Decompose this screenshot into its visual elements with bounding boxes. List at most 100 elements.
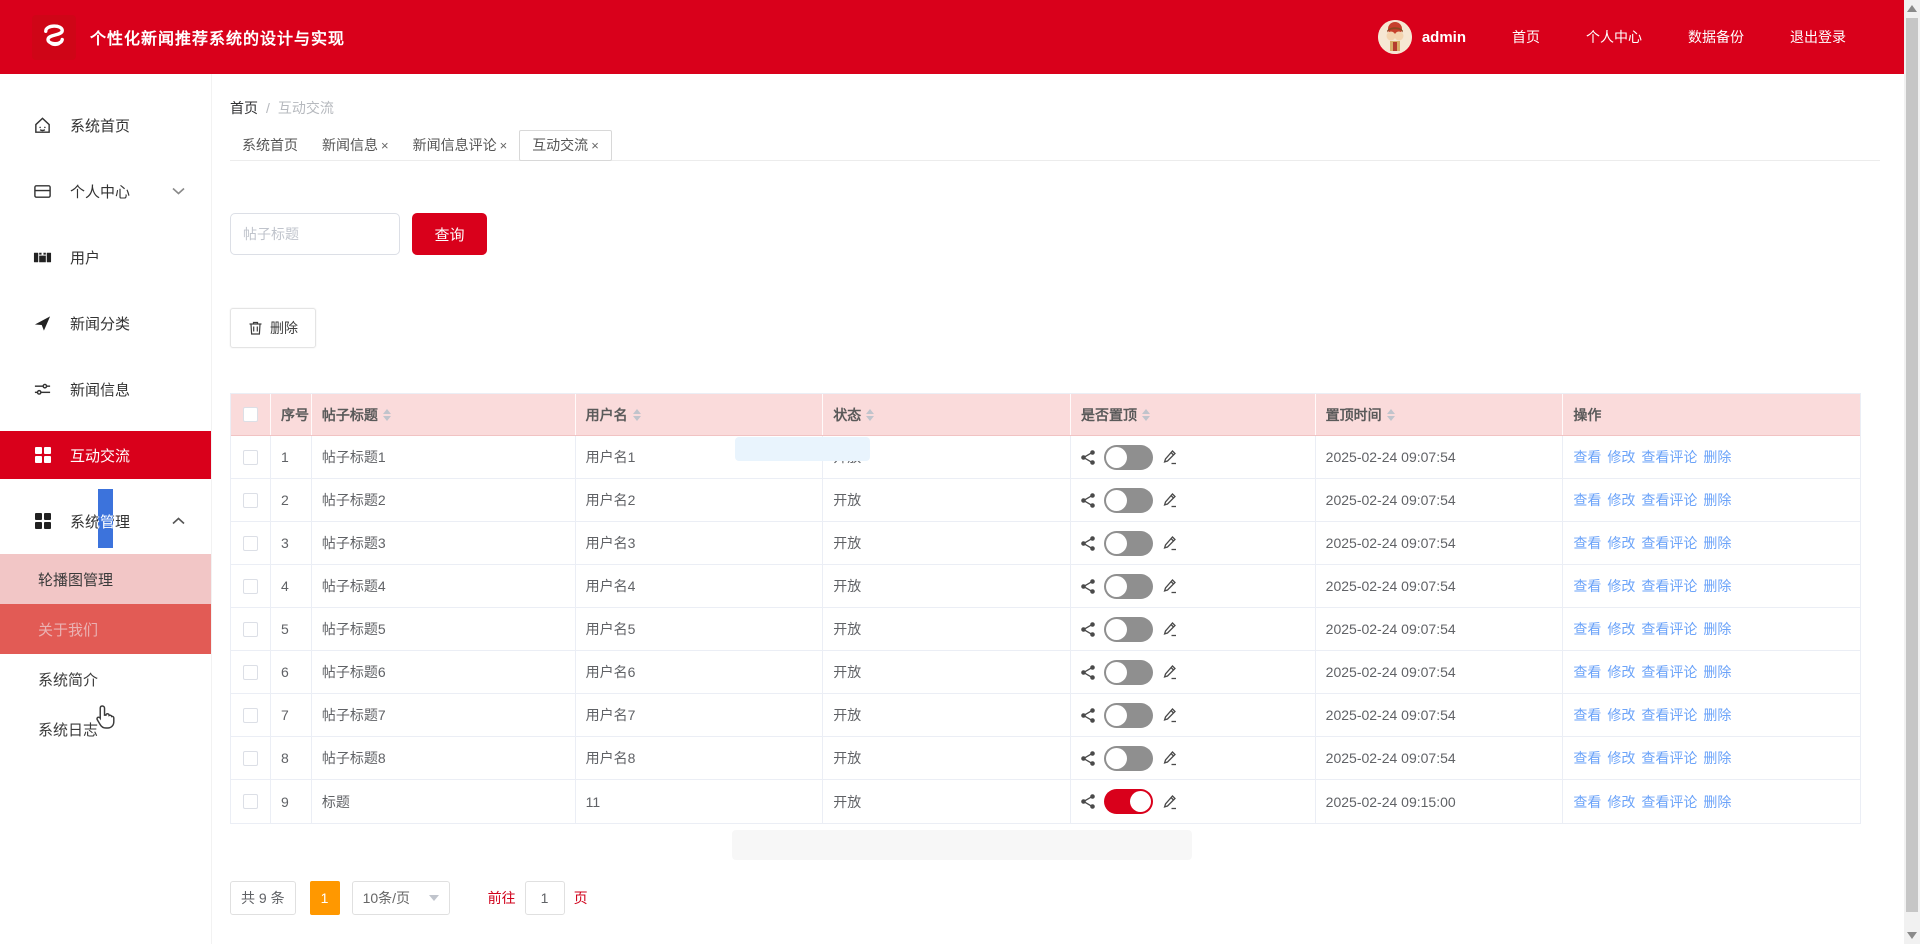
sidebar-item-news-category[interactable]: 新闻分类 <box>0 290 211 356</box>
share-icon[interactable] <box>1081 751 1095 766</box>
page-size-select[interactable]: 10条/页 <box>352 881 450 915</box>
column-header-pinned[interactable]: 是否置顶 <box>1071 394 1316 435</box>
sort-icon[interactable] <box>1142 409 1150 421</box>
action-edit-link[interactable]: 修改 <box>1607 705 1635 725</box>
scrollbar-thumb[interactable] <box>1906 18 1918 912</box>
sidebar-item-personal-center[interactable]: 个人中心 <box>0 158 211 224</box>
avatar[interactable] <box>1378 20 1412 54</box>
sidebar-item-users[interactable]: 用户 <box>0 224 211 290</box>
scroll-up-icon[interactable] <box>1907 5 1917 12</box>
edit-pencil-icon[interactable] <box>1162 707 1178 723</box>
pin-toggle-off[interactable] <box>1104 617 1153 642</box>
action-edit-link[interactable]: 修改 <box>1607 792 1635 812</box>
share-icon[interactable] <box>1081 579 1095 594</box>
action-view-comments-link[interactable]: 查看评论 <box>1641 490 1697 510</box>
breadcrumb-root[interactable]: 首页 <box>230 98 258 118</box>
topnav-item-backup[interactable]: 数据备份 <box>1688 27 1744 47</box>
action-view-link[interactable]: 查看 <box>1573 576 1601 596</box>
sort-icon[interactable] <box>633 409 641 421</box>
action-view-link[interactable]: 查看 <box>1573 662 1601 682</box>
action-view-comments-link[interactable]: 查看评论 <box>1641 662 1697 682</box>
column-header-time[interactable]: 置顶时间 <box>1316 394 1564 435</box>
sort-icon[interactable] <box>1387 409 1395 421</box>
share-icon[interactable] <box>1081 622 1095 637</box>
topnav-item-logout[interactable]: 退出登录 <box>1790 27 1846 47</box>
username[interactable]: admin <box>1422 29 1466 46</box>
pin-toggle-on[interactable] <box>1104 789 1153 814</box>
row-checkbox[interactable] <box>243 493 258 508</box>
action-edit-link[interactable]: 修改 <box>1607 619 1635 639</box>
pagination-page-1[interactable]: 1 <box>310 881 340 915</box>
sidebar-item-system-home[interactable]: 系统首页 <box>0 92 211 158</box>
action-edit-link[interactable]: 修改 <box>1607 533 1635 553</box>
pin-toggle-off[interactable] <box>1104 488 1153 513</box>
query-button[interactable]: 查询 <box>412 213 487 255</box>
row-checkbox[interactable] <box>243 579 258 594</box>
action-delete-link[interactable]: 删除 <box>1703 619 1731 639</box>
action-delete-link[interactable]: 删除 <box>1703 447 1731 467</box>
action-view-link[interactable]: 查看 <box>1573 792 1601 812</box>
action-delete-link[interactable]: 删除 <box>1703 533 1731 553</box>
action-edit-link[interactable]: 修改 <box>1607 662 1635 682</box>
topnav-item-profile[interactable]: 个人中心 <box>1586 27 1642 47</box>
row-checkbox[interactable] <box>243 450 258 465</box>
action-edit-link[interactable]: 修改 <box>1607 447 1635 467</box>
action-view-link[interactable]: 查看 <box>1573 748 1601 768</box>
edit-pencil-icon[interactable] <box>1162 578 1178 594</box>
edit-pencil-icon[interactable] <box>1162 664 1178 680</box>
close-icon[interactable]: × <box>500 138 508 153</box>
select-all-checkbox[interactable] <box>243 407 258 422</box>
edit-pencil-icon[interactable] <box>1162 535 1178 551</box>
tab-news-comments[interactable]: 新闻信息评论× <box>401 130 520 161</box>
action-view-comments-link[interactable]: 查看评论 <box>1641 576 1697 596</box>
pin-toggle-off[interactable] <box>1104 445 1153 470</box>
action-view-comments-link[interactable]: 查看评论 <box>1641 792 1697 812</box>
delete-button[interactable]: 删除 <box>230 308 316 348</box>
share-icon[interactable] <box>1081 708 1095 723</box>
action-view-link[interactable]: 查看 <box>1573 705 1601 725</box>
topnav-item-home[interactable]: 首页 <box>1512 27 1540 47</box>
tab-interaction[interactable]: 互动交流× <box>519 130 612 161</box>
page-scrollbar[interactable] <box>1904 0 1920 944</box>
sort-icon[interactable] <box>383 409 391 421</box>
edit-pencil-icon[interactable] <box>1162 750 1178 766</box>
action-delete-link[interactable]: 删除 <box>1703 748 1731 768</box>
edit-pencil-icon[interactable] <box>1162 794 1178 810</box>
pin-toggle-off[interactable] <box>1104 574 1153 599</box>
action-delete-link[interactable]: 删除 <box>1703 792 1731 812</box>
share-icon[interactable] <box>1081 450 1095 465</box>
goto-page-input[interactable] <box>525 881 565 915</box>
action-view-link[interactable]: 查看 <box>1573 447 1601 467</box>
row-checkbox[interactable] <box>243 708 258 723</box>
action-delete-link[interactable]: 删除 <box>1703 490 1731 510</box>
action-view-comments-link[interactable]: 查看评论 <box>1641 533 1697 553</box>
search-input[interactable] <box>230 213 400 255</box>
sidebar-subitem-carousel-manage[interactable]: 轮播图管理 <box>0 554 211 604</box>
column-header-status[interactable]: 状态 <box>823 394 1071 435</box>
pin-toggle-off[interactable] <box>1104 660 1153 685</box>
action-view-comments-link[interactable]: 查看评论 <box>1641 447 1697 467</box>
share-icon[interactable] <box>1081 536 1095 551</box>
edit-pencil-icon[interactable] <box>1162 621 1178 637</box>
sidebar-item-interaction[interactable]: 互动交流 <box>0 431 211 479</box>
edit-pencil-icon[interactable] <box>1162 449 1178 465</box>
row-checkbox[interactable] <box>243 794 258 809</box>
scroll-down-icon[interactable] <box>1907 932 1917 939</box>
row-checkbox[interactable] <box>243 751 258 766</box>
action-edit-link[interactable]: 修改 <box>1607 490 1635 510</box>
column-header-title[interactable]: 帖子标题 <box>312 394 576 435</box>
tab-news-info[interactable]: 新闻信息× <box>310 130 401 161</box>
share-icon[interactable] <box>1081 493 1095 508</box>
share-icon[interactable] <box>1081 794 1095 809</box>
row-checkbox[interactable] <box>243 665 258 680</box>
row-checkbox[interactable] <box>243 536 258 551</box>
sidebar-subitem-system-intro[interactable]: 系统简介 <box>0 654 211 704</box>
column-header-user[interactable]: 用户名 <box>576 394 824 435</box>
pin-toggle-off[interactable] <box>1104 746 1153 771</box>
pin-toggle-off[interactable] <box>1104 531 1153 556</box>
action-delete-link[interactable]: 删除 <box>1703 662 1731 682</box>
action-view-link[interactable]: 查看 <box>1573 533 1601 553</box>
sidebar-item-system-manage[interactable]: 系统管理系统管理 <box>0 488 211 554</box>
action-delete-link[interactable]: 删除 <box>1703 705 1731 725</box>
sidebar-item-news-info[interactable]: 新闻信息 <box>0 356 211 422</box>
